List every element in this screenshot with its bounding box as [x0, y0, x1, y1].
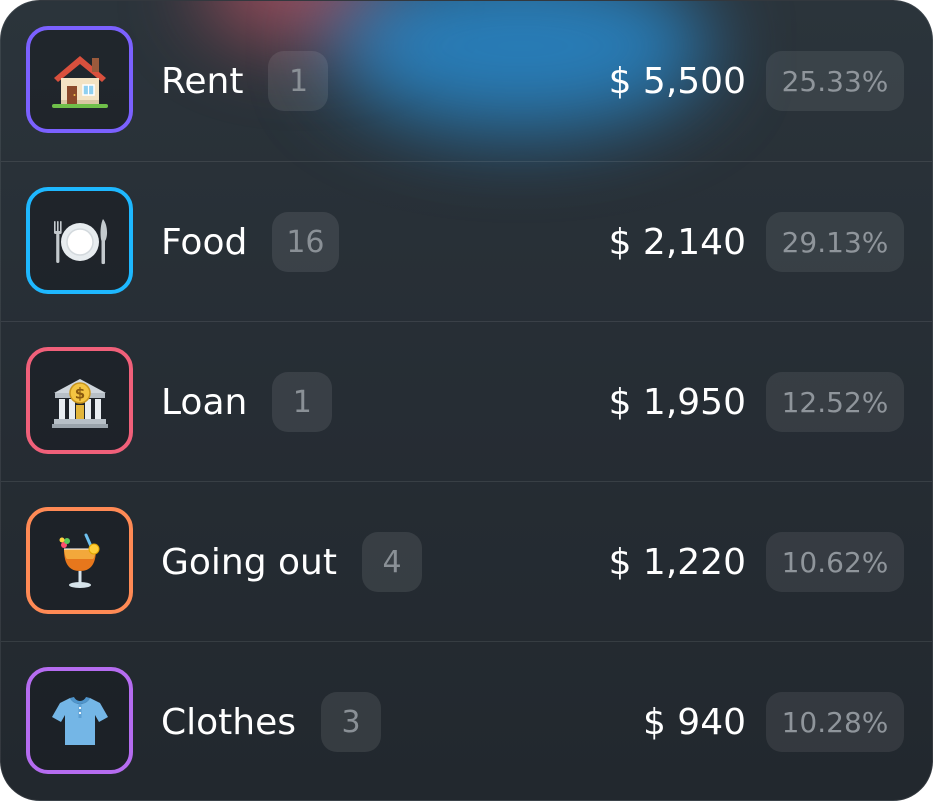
category-amount: $ 2,140 — [608, 221, 746, 263]
category-amount: $ 1,220 — [608, 541, 746, 583]
category-amount: $ 5,500 — [608, 60, 746, 102]
svg-text:$: $ — [74, 384, 84, 402]
category-row-rent[interactable]: Rent 1 $ 5,500 25.33% — [1, 1, 932, 161]
category-name: Food — [161, 221, 248, 263]
category-amount: $ 940 — [642, 701, 746, 743]
category-icon-box — [26, 507, 133, 614]
transaction-count-badge: 3 — [321, 692, 381, 752]
category-row-clothes[interactable]: Clothes 3 $ 940 10.28% — [1, 641, 932, 800]
category-icon-box — [26, 26, 133, 133]
category-percent-badge: 29.13% — [766, 212, 904, 272]
transaction-count-badge: 1 — [268, 51, 329, 111]
category-icon-box — [26, 667, 133, 774]
category-name: Clothes — [161, 701, 296, 743]
transaction-count-badge: 16 — [272, 212, 339, 272]
category-name: Loan — [161, 381, 248, 423]
category-label-wrap: Clothes 3 — [161, 692, 381, 752]
transaction-count-badge: 4 — [362, 532, 422, 592]
category-row-loan[interactable]: $ Loan 1 $ 1,950 12.52% — [1, 321, 932, 481]
category-name: Going out — [161, 541, 337, 583]
category-row-going-out[interactable]: Going out 4 $ 1,220 10.62% — [1, 481, 932, 641]
cocktail-icon — [59, 533, 99, 588]
category-percent-badge: 25.33% — [766, 51, 904, 111]
bank-icon: $ — [51, 378, 108, 428]
category-icon-box — [26, 187, 133, 294]
category-row-food[interactable]: Food 16 $ 2,140 29.13% — [1, 161, 932, 321]
transaction-count-badge: 1 — [272, 372, 333, 432]
category-label-wrap: Going out 4 — [161, 532, 422, 592]
shirt-icon — [51, 696, 108, 745]
plate-cutlery-icon — [53, 218, 107, 264]
category-label-wrap: Food 16 — [161, 212, 339, 272]
category-label-wrap: Loan 1 — [161, 372, 333, 432]
expense-categories-card: Rent 1 $ 5,500 25.33% Food 16 $ 2,140 29… — [0, 0, 933, 801]
category-label-wrap: Rent 1 — [161, 51, 329, 111]
category-percent-badge: 10.28% — [766, 692, 904, 752]
category-percent-badge: 10.62% — [766, 532, 904, 592]
category-icon-box: $ — [26, 347, 133, 454]
category-percent-badge: 12.52% — [766, 372, 904, 432]
category-amount: $ 1,950 — [608, 381, 746, 423]
category-name: Rent — [161, 60, 244, 102]
house-icon — [51, 55, 108, 108]
